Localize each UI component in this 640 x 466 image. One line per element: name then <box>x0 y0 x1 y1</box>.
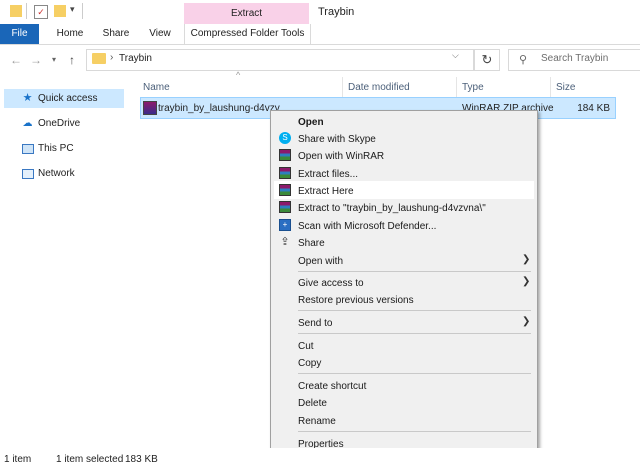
winrar-icon <box>279 201 291 213</box>
menu-item-create-shortcut[interactable]: Create shortcut <box>298 381 366 392</box>
sidebar-item-label: Network <box>38 168 75 179</box>
sidebar-item-label: OneDrive <box>38 118 81 129</box>
sidebar-item-onedrive[interactable]: ☁ OneDrive <box>4 114 124 133</box>
search-placeholder: Search Traybin <box>541 53 609 64</box>
sidebar-item-quick-access[interactable]: ★ Quick access <box>4 89 124 108</box>
status-selected: 1 item selected <box>56 454 124 465</box>
tab-share[interactable]: Share <box>96 24 136 44</box>
menu-item-copy[interactable]: Copy <box>298 358 321 369</box>
winrar-icon <box>279 184 291 196</box>
column-name[interactable]: Name <box>143 82 170 93</box>
properties-icon[interactable]: ✓ <box>34 5 48 19</box>
breadcrumb[interactable]: Traybin <box>119 53 152 64</box>
menu-item-open[interactable]: Open <box>298 117 324 128</box>
star-icon: ★ <box>22 92 33 104</box>
window-title: Traybin <box>318 6 355 18</box>
sort-arrow-icon: ^ <box>236 70 241 80</box>
menu-item-restore-previous-versions[interactable]: Restore previous versions <box>298 295 414 306</box>
menu-separator <box>298 271 531 272</box>
submenu-arrow-icon: ❯ <box>522 316 531 327</box>
menu-item-share[interactable]: Share <box>298 238 325 249</box>
network-icon <box>22 169 34 179</box>
skype-icon: S <box>279 132 291 144</box>
forward-icon[interactable]: → <box>30 53 42 67</box>
share-icon: ⇪ <box>280 236 290 248</box>
column-size[interactable]: Size <box>556 82 575 93</box>
sidebar-item-this-pc[interactable]: This PC <box>4 139 124 158</box>
sidebar-item-label: This PC <box>38 143 74 154</box>
menu-item-share-with-skype[interactable]: Share with Skype <box>298 134 376 145</box>
menu-separator <box>298 373 531 374</box>
column-date-modified[interactable]: Date modified <box>348 82 410 93</box>
customize-qat-icon[interactable]: ▾ <box>70 4 75 15</box>
menu-item-scan-defender[interactable]: Scan with Microsoft Defender... <box>298 221 436 232</box>
winrar-icon <box>279 149 291 161</box>
tab-compressed-folder-tools[interactable]: Compressed Folder Tools <box>184 24 311 44</box>
file-name[interactable]: traybin_by_laushung-d4vzv <box>158 103 280 114</box>
menu-item-extract-to[interactable]: Extract to "traybin_by_laushung-d4vzvna\… <box>298 203 486 214</box>
address-dropdown-icon[interactable]: ⌵ <box>452 50 459 61</box>
tab-home[interactable]: Home <box>50 24 90 44</box>
menu-separator <box>298 431 531 432</box>
recent-locations-icon[interactable]: ▾ <box>52 55 56 64</box>
search-icon: ⚲ <box>519 54 528 66</box>
file-size: 184 KB <box>577 103 610 114</box>
divider <box>82 3 83 19</box>
menu-item-delete[interactable]: Delete <box>298 398 327 409</box>
column-divider[interactable] <box>456 77 457 97</box>
menu-item-cut[interactable]: Cut <box>298 341 314 352</box>
extract-context-tab[interactable]: Extract <box>184 3 309 25</box>
submenu-arrow-icon: ❯ <box>522 254 531 265</box>
tab-file[interactable]: File <box>0 24 39 44</box>
menu-item-open-with[interactable]: Open with <box>298 256 343 267</box>
menu-separator <box>298 310 531 311</box>
menu-item-extract-here[interactable]: Extract Here <box>298 186 354 197</box>
status-size: 183 KB <box>125 454 158 465</box>
column-divider[interactable] <box>342 77 343 97</box>
cloud-icon: ☁ <box>22 118 33 129</box>
column-type[interactable]: Type <box>462 82 484 93</box>
back-icon[interactable]: ← <box>10 53 22 67</box>
up-icon[interactable]: ↑ <box>69 53 75 67</box>
submenu-arrow-icon: ❯ <box>522 276 531 287</box>
menu-separator <box>298 333 531 334</box>
sidebar-item-network[interactable]: Network <box>4 164 124 183</box>
divider <box>26 3 27 19</box>
breadcrumb-chevron-icon[interactable]: › <box>110 52 113 63</box>
defender-icon: + <box>279 219 291 231</box>
winrar-icon <box>143 101 157 115</box>
winrar-icon <box>279 167 291 179</box>
new-folder-icon[interactable] <box>54 5 66 17</box>
menu-item-give-access-to[interactable]: Give access to <box>298 278 364 289</box>
column-divider[interactable] <box>550 77 551 97</box>
computer-icon <box>22 144 34 154</box>
menu-item-rename[interactable]: Rename <box>298 416 336 427</box>
menu-item-extract-files[interactable]: Extract files... <box>298 169 358 180</box>
tab-view[interactable]: View <box>140 24 180 44</box>
menu-item-send-to[interactable]: Send to <box>298 318 332 329</box>
refresh-button[interactable]: ↻ <box>474 49 500 71</box>
status-item-count: 1 item <box>4 454 32 465</box>
sidebar-item-label: Quick access <box>38 93 98 104</box>
menu-item-open-with-winrar[interactable]: Open with WinRAR <box>298 151 384 162</box>
folder-icon <box>10 5 22 17</box>
folder-icon <box>92 53 106 64</box>
context-menu: Open S Share with Skype Open with WinRAR… <box>270 110 538 458</box>
